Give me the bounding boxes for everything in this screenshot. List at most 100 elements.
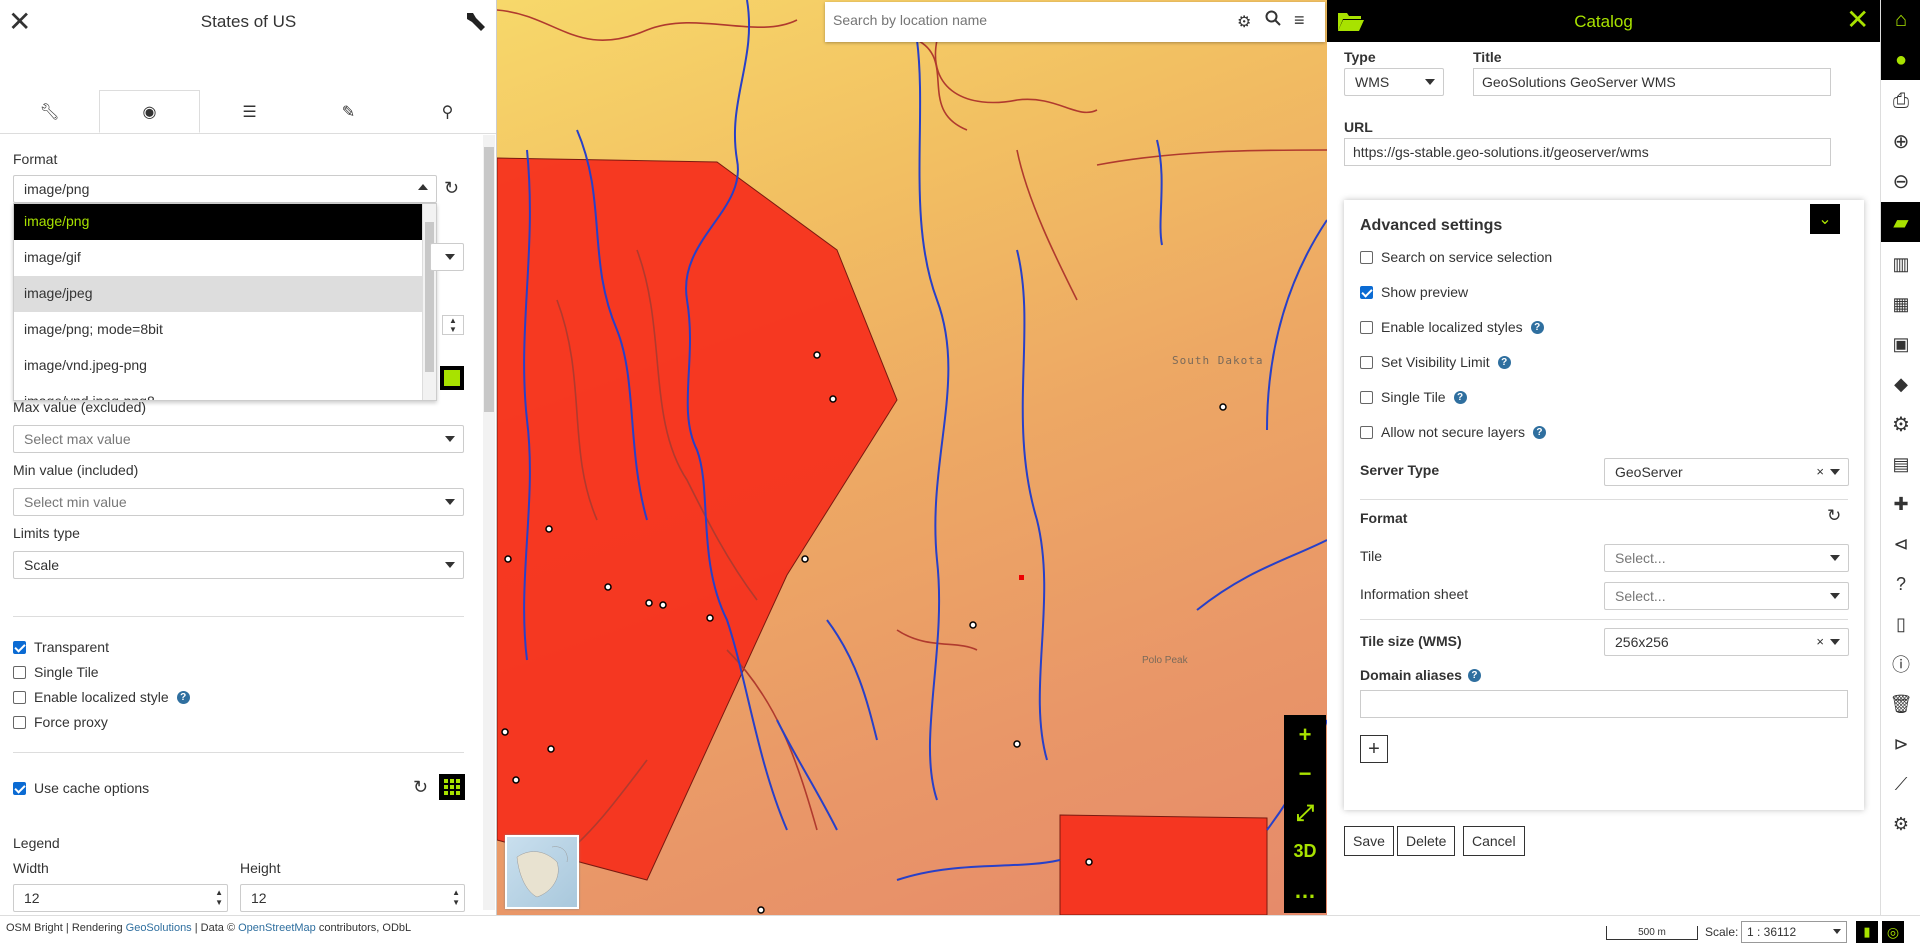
map-canvas[interactable]: South Dakota Polo Peak bbox=[497, 0, 1327, 915]
number-stepper[interactable]: ▲ ▼ bbox=[442, 315, 464, 335]
download-icon[interactable]: ⊖ bbox=[1887, 167, 1915, 195]
globe-icon[interactable]: ◎ bbox=[1882, 921, 1904, 943]
zoom-in-button[interactable]: + bbox=[1284, 715, 1326, 754]
stepper-icon[interactable]: ▲ ▼ bbox=[215, 888, 223, 908]
directions-icon[interactable]: ◆ bbox=[1887, 370, 1915, 398]
format-option[interactable]: image/png bbox=[14, 204, 436, 240]
close-icon[interactable]: ✕ bbox=[1846, 6, 1869, 34]
checkbox[interactable] bbox=[1360, 390, 1373, 404]
map-icon[interactable]: ▤ bbox=[1887, 450, 1915, 478]
attribution-link[interactable]: GeoSolutions bbox=[126, 922, 192, 934]
fullscreen-button[interactable]: ⤢ bbox=[1284, 793, 1326, 832]
cancel-button[interactable]: Cancel bbox=[1463, 826, 1525, 856]
stepper-icon[interactable]: ▲ ▼ bbox=[452, 888, 460, 908]
help-circle-icon[interactable]: ? bbox=[1887, 570, 1915, 598]
tab-info[interactable]: ⚲ bbox=[398, 90, 496, 133]
home-button[interactable]: ⌂ bbox=[1881, 0, 1920, 40]
upload-icon[interactable]: ⊕ bbox=[1887, 127, 1915, 155]
grid-icon[interactable] bbox=[439, 774, 465, 800]
refresh-icon[interactable]: ↻ bbox=[1827, 506, 1841, 526]
share-icon[interactable]: ⊲ bbox=[1887, 530, 1915, 558]
format-select[interactable]: image/png bbox=[13, 175, 437, 203]
search-icon[interactable] bbox=[1265, 10, 1281, 31]
checkbox-checked[interactable] bbox=[1360, 285, 1373, 299]
option-show-preview[interactable]: Show preview bbox=[1360, 284, 1468, 300]
plugin-icon[interactable]: ✚ bbox=[1887, 490, 1915, 518]
checkbox[interactable] bbox=[13, 665, 26, 679]
dropdown-scrollbar[interactable] bbox=[422, 204, 436, 400]
wrench-icon[interactable] bbox=[464, 10, 488, 38]
refresh-icon[interactable]: ↻ bbox=[444, 178, 459, 199]
tile-size-select[interactable]: 256x256 × bbox=[1604, 628, 1849, 656]
title-input[interactable]: GeoSolutions GeoServer WMS bbox=[1473, 68, 1831, 96]
format-option[interactable]: image/vnd.jpeg-png bbox=[14, 348, 436, 384]
help-icon[interactable]: ? bbox=[1532, 425, 1546, 439]
map-templates-icon[interactable]: ▥ bbox=[1887, 250, 1915, 278]
checkbox-checked[interactable] bbox=[13, 781, 26, 795]
info-icon[interactable]: ⓘ bbox=[1887, 650, 1915, 678]
add-alias-button[interactable]: + bbox=[1360, 735, 1388, 763]
option-single-tile[interactable]: Single Tile? bbox=[1360, 389, 1467, 405]
server-type-select[interactable]: GeoServer × bbox=[1604, 458, 1849, 486]
menu-icon[interactable]: ≡ bbox=[1294, 10, 1305, 31]
delete-button[interactable]: Delete bbox=[1397, 826, 1456, 856]
checkbox[interactable] bbox=[13, 690, 26, 704]
domain-alias-input[interactable] bbox=[1360, 690, 1848, 718]
format-option[interactable]: image/png; mode=8bit bbox=[14, 312, 436, 348]
option-not-secure-layers[interactable]: Allow not secure layers? bbox=[1360, 424, 1546, 440]
book-icon[interactable]: ▯ bbox=[1887, 610, 1915, 638]
3d-button[interactable]: 3D bbox=[1284, 832, 1326, 871]
checkbox[interactable] bbox=[1360, 320, 1373, 334]
help-icon[interactable]: ? bbox=[1497, 355, 1511, 369]
measure-line-icon[interactable]: ⊳ bbox=[1887, 730, 1915, 758]
tab-general[interactable]: 🔧︎ bbox=[0, 90, 99, 133]
height-input[interactable]: 12 ▲ ▼ bbox=[240, 884, 465, 912]
zoom-out-button[interactable]: − bbox=[1284, 754, 1326, 793]
save-icon[interactable]: ▣ bbox=[1887, 330, 1915, 358]
clear-icon[interactable]: × bbox=[1816, 634, 1824, 649]
draw-icon[interactable]: ⟋ bbox=[1887, 770, 1915, 798]
format-option[interactable]: image/jpeg bbox=[14, 276, 436, 312]
attribution-link[interactable]: OpenStreetMap bbox=[238, 922, 316, 934]
help-icon[interactable]: ? bbox=[1467, 668, 1481, 682]
localized-style-checkbox[interactable]: Enable localized style? bbox=[13, 689, 190, 705]
single-tile-checkbox[interactable]: Single Tile bbox=[13, 664, 99, 680]
type-select[interactable]: WMS bbox=[1344, 68, 1444, 96]
tile-format-select[interactable]: Select... bbox=[1604, 544, 1849, 572]
format-option[interactable]: image/gif bbox=[14, 240, 436, 276]
refresh-icon[interactable]: ↻ bbox=[413, 777, 428, 798]
user-button[interactable]: ● bbox=[1881, 40, 1920, 80]
info-format-select[interactable]: Select... bbox=[1604, 582, 1849, 610]
scrollbar-thumb[interactable] bbox=[484, 147, 494, 412]
help-icon[interactable]: ? bbox=[1530, 320, 1544, 334]
catalog-button[interactable]: ▰ bbox=[1881, 202, 1920, 242]
url-input[interactable]: https://gs-stable.geo-solutions.it/geose… bbox=[1344, 138, 1831, 166]
settings-icon[interactable]: ⚙ bbox=[1887, 410, 1915, 438]
width-input[interactable]: 12 ▲ ▼ bbox=[13, 884, 228, 912]
measure-icon[interactable]: ▦ bbox=[1887, 290, 1915, 318]
transparent-checkbox[interactable]: Transparent bbox=[13, 639, 109, 655]
min-value-select[interactable]: Select min value bbox=[13, 488, 464, 516]
cache-checkbox[interactable]: Use cache options bbox=[13, 780, 149, 796]
tab-fields[interactable]: ☰ bbox=[200, 90, 299, 133]
option-visibility-limit[interactable]: Set Visibility Limit? bbox=[1360, 354, 1511, 370]
clear-icon[interactable]: × bbox=[1816, 464, 1824, 479]
checkbox[interactable] bbox=[1360, 425, 1373, 439]
tab-display[interactable]: ◉ bbox=[99, 90, 200, 133]
option-localized-styles[interactable]: Enable localized styles? bbox=[1360, 319, 1544, 335]
checkbox-checked[interactable] bbox=[13, 640, 26, 654]
tools-icon[interactable]: ⚙ bbox=[1887, 810, 1915, 838]
max-value-select[interactable]: Select max value bbox=[13, 425, 464, 453]
print-icon[interactable]: ⎙ bbox=[1887, 87, 1915, 115]
help-icon[interactable]: ? bbox=[1453, 390, 1467, 404]
overview-map[interactable] bbox=[505, 835, 579, 909]
collapse-button[interactable]: ⌄ bbox=[1810, 204, 1840, 234]
search-input[interactable] bbox=[833, 12, 1213, 28]
force-proxy-checkbox[interactable]: Force proxy bbox=[13, 714, 108, 730]
checkbox[interactable] bbox=[1360, 355, 1373, 369]
limits-type-select[interactable]: Scale bbox=[13, 551, 464, 579]
tab-style[interactable]: ✎ bbox=[299, 90, 398, 133]
format-dropdown[interactable]: image/png image/gif image/jpeg image/png… bbox=[13, 203, 437, 401]
battery-icon[interactable]: ▮ bbox=[1856, 921, 1878, 943]
checkbox[interactable] bbox=[13, 715, 26, 729]
